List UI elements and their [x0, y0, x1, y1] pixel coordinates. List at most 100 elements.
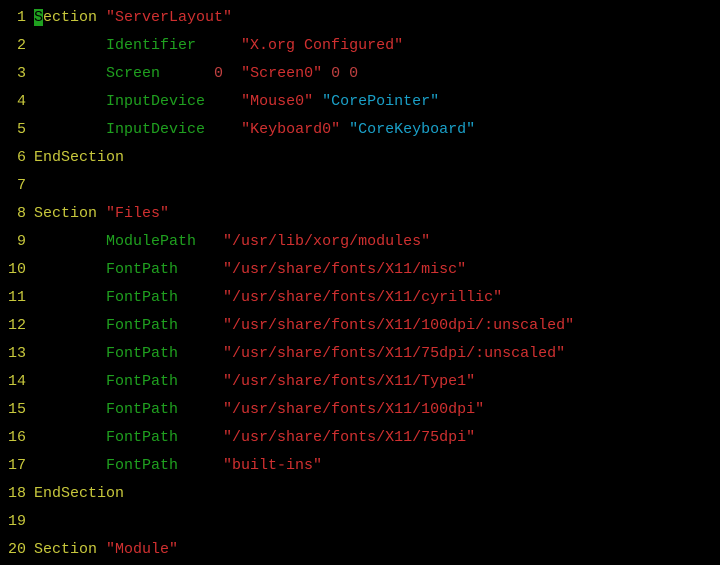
line-number: 7 [0, 172, 34, 200]
token [34, 121, 106, 138]
token: FontPath [106, 373, 178, 390]
line-number: 14 [0, 368, 34, 396]
line-number: 4 [0, 88, 34, 116]
token [34, 345, 106, 362]
token: ection [43, 9, 106, 26]
token: "/usr/lib/xorg/modules" [223, 233, 430, 250]
token: "Mouse0" [241, 93, 313, 110]
code-line: 6EndSection [0, 144, 720, 172]
token [34, 317, 106, 334]
token: "CorePointer" [322, 93, 439, 110]
line-number: 19 [0, 508, 34, 536]
token [178, 457, 223, 474]
code-line: 2 Identifier "X.org Configured" [0, 32, 720, 60]
token: "/usr/share/fonts/X11/75dpi/:unscaled" [223, 345, 565, 362]
code-line: 11 FontPath "/usr/share/fonts/X11/cyrill… [0, 284, 720, 312]
line-number: 10 [0, 256, 34, 284]
token: InputDevice [106, 93, 205, 110]
line-number: 11 [0, 284, 34, 312]
code-line: 20Section "Module" [0, 536, 720, 564]
token: "built-ins" [223, 457, 322, 474]
token [178, 345, 223, 362]
token: "/usr/share/fonts/X11/100dpi" [223, 401, 484, 418]
token: "/usr/share/fonts/X11/100dpi/:unscaled" [223, 317, 574, 334]
line-number: 6 [0, 144, 34, 172]
token: Section [34, 205, 106, 222]
code-content: InputDevice "Keyboard0" "CoreKeyboard" [34, 116, 475, 144]
line-number: 13 [0, 340, 34, 368]
token [178, 289, 223, 306]
token [34, 65, 106, 82]
token [205, 121, 241, 138]
token: FontPath [106, 345, 178, 362]
line-number: 5 [0, 116, 34, 144]
line-number: 8 [0, 200, 34, 228]
token [178, 317, 223, 334]
token [34, 261, 106, 278]
token [34, 373, 106, 390]
code-content: Section "Module" [34, 536, 178, 564]
code-line: 1Section "ServerLayout" [0, 4, 720, 32]
line-number: 1 [0, 4, 34, 32]
line-number: 9 [0, 228, 34, 256]
token: "X.org Configured" [241, 37, 403, 54]
code-content: FontPath "/usr/share/fonts/X11/misc" [34, 256, 466, 284]
token [178, 429, 223, 446]
token [340, 121, 349, 138]
code-content: FontPath "/usr/share/fonts/X11/100dpi/:u… [34, 312, 574, 340]
code-line: 17 FontPath "built-ins" [0, 452, 720, 480]
token: "/usr/share/fonts/X11/75dpi" [223, 429, 475, 446]
code-content: EndSection [34, 480, 124, 508]
line-number: 3 [0, 60, 34, 88]
code-content: FontPath "/usr/share/fonts/X11/100dpi" [34, 396, 484, 424]
line-number: 12 [0, 312, 34, 340]
code-line: 12 FontPath "/usr/share/fonts/X11/100dpi… [0, 312, 720, 340]
token: FontPath [106, 401, 178, 418]
token: S [34, 9, 43, 26]
code-content: FontPath "/usr/share/fonts/X11/75dpi/:un… [34, 340, 565, 368]
token [34, 37, 106, 54]
token [178, 401, 223, 418]
code-line: 18EndSection [0, 480, 720, 508]
token: ModulePath [106, 233, 196, 250]
code-line: 15 FontPath "/usr/share/fonts/X11/100dpi… [0, 396, 720, 424]
code-content: FontPath "built-ins" [34, 452, 322, 480]
code-content: ModulePath "/usr/lib/xorg/modules" [34, 228, 430, 256]
line-number: 18 [0, 480, 34, 508]
token [34, 457, 106, 474]
code-line: 4 InputDevice "Mouse0" "CorePointer" [0, 88, 720, 116]
token [322, 65, 331, 82]
code-content: FontPath "/usr/share/fonts/X11/75dpi" [34, 424, 475, 452]
token [178, 373, 223, 390]
token: "/usr/share/fonts/X11/cyrillic" [223, 289, 502, 306]
token [34, 93, 106, 110]
token: FontPath [106, 429, 178, 446]
token [223, 65, 241, 82]
code-content: Identifier "X.org Configured" [34, 32, 403, 60]
token: Identifier [106, 37, 196, 54]
token: FontPath [106, 457, 178, 474]
line-number: 15 [0, 396, 34, 424]
token: "Module" [106, 541, 178, 558]
line-number: 17 [0, 452, 34, 480]
token: 0 [214, 65, 223, 82]
code-line: 16 FontPath "/usr/share/fonts/X11/75dpi" [0, 424, 720, 452]
line-number: 20 [0, 536, 34, 564]
token [160, 65, 214, 82]
token: EndSection [34, 485, 124, 502]
code-line: 13 FontPath "/usr/share/fonts/X11/75dpi/… [0, 340, 720, 368]
code-content: InputDevice "Mouse0" "CorePointer" [34, 88, 439, 116]
code-line: 19 [0, 508, 720, 536]
token: 0 0 [331, 65, 358, 82]
token: "/usr/share/fonts/X11/misc" [223, 261, 466, 278]
token: "/usr/share/fonts/X11/Type1" [223, 373, 475, 390]
code-line: 3 Screen 0 "Screen0" 0 0 [0, 60, 720, 88]
token [205, 93, 241, 110]
token: "Files" [106, 205, 169, 222]
code-content: Section "ServerLayout" [34, 4, 232, 32]
token [34, 233, 106, 250]
token: "ServerLayout" [106, 9, 232, 26]
code-editor[interactable]: 1Section "ServerLayout"2 Identifier "X.o… [0, 4, 720, 564]
token: EndSection [34, 149, 124, 166]
token [34, 429, 106, 446]
